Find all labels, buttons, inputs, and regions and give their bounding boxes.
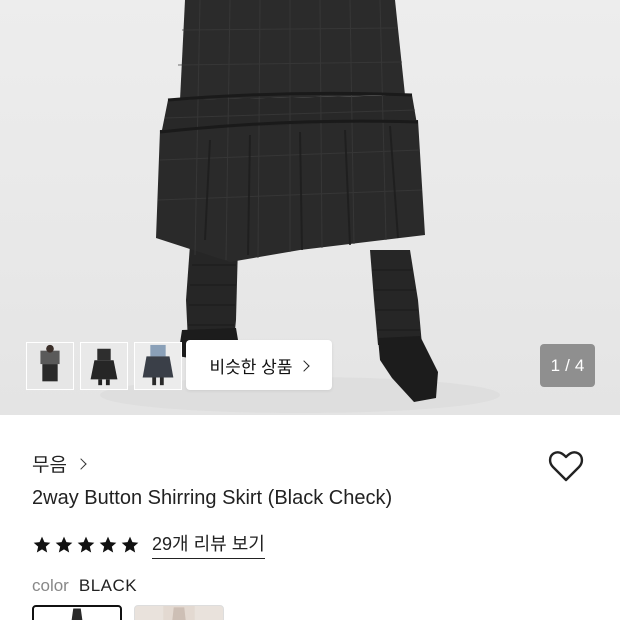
similar-products-button[interactable]: 비슷한 상품 — [186, 340, 332, 390]
color-swatch-black[interactable] — [32, 605, 122, 620]
star-icon — [55, 536, 73, 552]
color-swatch-other-image — [163, 606, 195, 620]
wishlist-button[interactable] — [546, 446, 586, 486]
similar-products-label: 비슷한 상품 — [209, 357, 293, 377]
color-swatches — [32, 605, 224, 620]
image-counter-current: 1 — [550, 355, 561, 375]
brand-name: 무음 — [32, 455, 67, 476]
star-icon — [121, 536, 139, 552]
color-row: color BLACK — [32, 576, 137, 596]
review-link[interactable]: 29개 리뷰 보기 — [152, 530, 265, 559]
chevron-right-icon — [298, 359, 311, 372]
color-value: BLACK — [78, 576, 138, 595]
heart-outline-icon — [548, 451, 584, 482]
color-swatch-black-image — [60, 607, 94, 620]
star-icon — [77, 536, 95, 552]
image-counter-separator: / — [565, 355, 570, 375]
thumbnail-1[interactable] — [26, 342, 74, 390]
thumbnail-strip — [26, 342, 182, 390]
thumbnail-1-image — [27, 343, 73, 389]
rating-row: 29개 리뷰 보기 — [32, 530, 265, 559]
product-image-gallery[interactable]: 비슷한 상품 1 / 4 — [0, 0, 620, 415]
brand-link[interactable]: 무음 — [32, 450, 87, 477]
chevron-right-icon — [75, 458, 87, 470]
thumbnail-3[interactable] — [134, 342, 182, 390]
image-counter: 1 / 4 — [540, 344, 595, 387]
thumbnail-2-image — [81, 343, 127, 389]
star-icon — [33, 536, 51, 552]
product-title: 2way Button Shirring Skirt (Black Check) — [32, 487, 393, 509]
color-swatch-other[interactable] — [134, 605, 224, 620]
color-label: color — [32, 576, 69, 595]
thumbnail-2[interactable] — [80, 342, 128, 390]
image-counter-total: 4 — [574, 355, 585, 375]
star-icon — [99, 536, 117, 552]
thumbnail-3-image — [135, 343, 181, 389]
rating-stars — [32, 535, 140, 555]
